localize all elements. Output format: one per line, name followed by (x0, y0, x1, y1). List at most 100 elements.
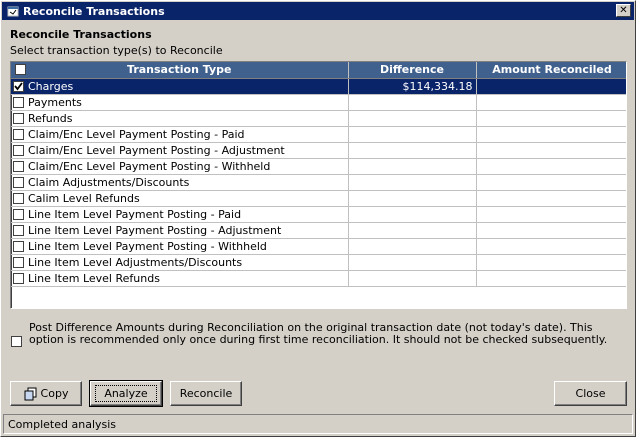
table-row[interactable]: Line Item Level Payment Posting - Withhe… (11, 238, 626, 255)
difference-cell (348, 206, 477, 223)
difference-cell (348, 190, 477, 207)
grid-header-row: Transaction Type Difference Amount Recon… (11, 62, 626, 79)
transaction-type-label: Line Item Level Payment Posting - Withhe… (28, 239, 267, 253)
difference-cell (348, 238, 477, 255)
column-header-amount-reconciled[interactable]: Amount Reconciled (476, 62, 626, 79)
close-button[interactable]: Close (554, 381, 627, 406)
title-bar: Reconcile Transactions ✕ (2, 2, 634, 20)
amount-reconciled-cell (476, 158, 626, 175)
status-text: Completed analysis (8, 417, 117, 431)
difference-cell (348, 142, 477, 159)
amount-reconciled-cell (476, 238, 626, 255)
dialog-heading: Reconcile Transactions (10, 28, 152, 41)
close-icon: ✕ (619, 4, 628, 16)
copy-icon (24, 387, 38, 401)
amount-reconciled-cell (476, 174, 626, 191)
transaction-type-label: Line Item Level Refunds (28, 271, 160, 285)
post-difference-label: Post Difference Amounts during Reconcili… (29, 321, 608, 346)
reconcile-window: Reconcile Transactions ✕ Reconcile Trans… (0, 0, 636, 437)
transaction-type-label: Claim/Enc Level Payment Posting - Withhe… (28, 159, 271, 173)
difference-cell (348, 158, 477, 175)
amount-reconciled-cell (476, 190, 626, 207)
reconcile-button-label: Reconcile (179, 387, 233, 400)
difference-cell (348, 94, 477, 111)
transaction-grid[interactable]: Transaction Type Difference Amount Recon… (10, 61, 627, 309)
row-checkbox[interactable] (13, 160, 24, 172)
row-checkbox[interactable] (13, 112, 24, 124)
amount-reconciled-cell (476, 270, 626, 287)
difference-cell (348, 174, 477, 191)
reconcile-button[interactable]: Reconcile (170, 381, 242, 406)
transaction-type-cell[interactable]: Line Item Level Adjustments/Discounts (11, 254, 349, 271)
difference-cell (348, 126, 477, 143)
transaction-type-label: Charges (28, 79, 74, 93)
transaction-type-cell[interactable]: Payments (11, 94, 349, 111)
table-row[interactable]: Line Item Level Refunds (11, 270, 626, 287)
amount-reconciled-cell (476, 222, 626, 239)
transaction-type-cell[interactable]: Charges (11, 78, 349, 95)
amount-reconciled-cell (476, 206, 626, 223)
transaction-type-cell[interactable]: Claim/Enc Level Payment Posting - Paid (11, 126, 349, 143)
analyze-button[interactable]: Analyze (89, 380, 163, 407)
transaction-type-label: Claim/Enc Level Payment Posting - Paid (28, 127, 245, 141)
transaction-type-cell[interactable]: Claim/Enc Level Payment Posting - Adjust… (11, 142, 349, 159)
table-row[interactable]: Calim Level Refunds (11, 190, 626, 207)
table-row[interactable]: Payments (11, 94, 626, 111)
row-checkbox[interactable] (13, 208, 24, 220)
post-difference-checkbox[interactable] (11, 336, 22, 347)
transaction-type-cell[interactable]: Claim Adjustments/Discounts (11, 174, 349, 191)
row-checkbox[interactable] (13, 176, 24, 188)
row-checkbox[interactable] (13, 144, 24, 156)
column-header-difference[interactable]: Difference (348, 62, 477, 79)
column-header-transaction-type[interactable]: Transaction Type (11, 62, 349, 79)
copy-button[interactable]: Copy (10, 381, 82, 406)
table-row[interactable]: Refunds (11, 110, 626, 127)
table-row[interactable]: Claim/Enc Level Payment Posting - Withhe… (11, 158, 626, 175)
table-row[interactable]: Line Item Level Adjustments/Discounts (11, 254, 626, 271)
amount-reconciled-cell (476, 94, 626, 111)
amount-reconciled-cell (476, 254, 626, 271)
transaction-type-cell[interactable]: Line Item Level Payment Posting - Adjust… (11, 222, 349, 239)
difference-cell (348, 270, 477, 287)
dialog-subheading: Select transaction type(s) to Reconcile (10, 44, 223, 57)
amount-reconciled-cell (476, 110, 626, 127)
transaction-type-label: Claim Adjustments/Discounts (28, 175, 190, 189)
amount-reconciled-cell (476, 78, 626, 95)
transaction-type-cell[interactable]: Refunds (11, 110, 349, 127)
table-row[interactable]: Claim/Enc Level Payment Posting - Adjust… (11, 142, 626, 159)
difference-cell (348, 222, 477, 239)
analyze-button-label: Analyze (95, 385, 157, 402)
amount-reconciled-cell (476, 142, 626, 159)
window-title: Reconcile Transactions (23, 4, 165, 18)
transaction-type-cell[interactable]: Calim Level Refunds (11, 190, 349, 207)
select-all-checkbox[interactable] (15, 64, 26, 75)
table-row[interactable]: Line Item Level Payment Posting - Adjust… (11, 222, 626, 239)
row-checkbox[interactable] (13, 80, 24, 92)
row-checkbox[interactable] (13, 272, 24, 284)
transaction-type-cell[interactable]: Line Item Level Refunds (11, 270, 349, 287)
difference-cell (348, 110, 477, 127)
transaction-type-label: Line Item Level Payment Posting - Adjust… (28, 223, 282, 237)
row-checkbox[interactable] (13, 224, 24, 236)
row-checkbox[interactable] (13, 240, 24, 252)
difference-cell: $114,334.18 (348, 78, 477, 95)
transaction-type-label: Payments (28, 95, 82, 109)
transaction-type-cell[interactable]: Line Item Level Payment Posting - Paid (11, 206, 349, 223)
table-row[interactable]: Claim Adjustments/Discounts (11, 174, 626, 191)
transaction-type-cell[interactable]: Line Item Level Payment Posting - Withhe… (11, 238, 349, 255)
table-row[interactable]: Charges $114,334.18 (11, 78, 626, 95)
copy-button-label: Copy (40, 387, 69, 400)
row-checkbox[interactable] (13, 128, 24, 140)
row-checkbox[interactable] (13, 96, 24, 108)
row-checkbox[interactable] (13, 192, 24, 204)
checkmark-icon (14, 81, 23, 90)
status-bar: Completed analysis (3, 414, 633, 434)
close-button-label: Close (575, 387, 606, 400)
app-window-icon (6, 5, 19, 18)
table-row[interactable]: Line Item Level Payment Posting - Paid (11, 206, 626, 223)
table-row[interactable]: Claim/Enc Level Payment Posting - Paid (11, 126, 626, 143)
transaction-type-cell[interactable]: Claim/Enc Level Payment Posting - Withhe… (11, 158, 349, 175)
row-checkbox[interactable] (13, 256, 24, 268)
difference-cell (348, 254, 477, 271)
close-window-button[interactable]: ✕ (616, 4, 631, 17)
